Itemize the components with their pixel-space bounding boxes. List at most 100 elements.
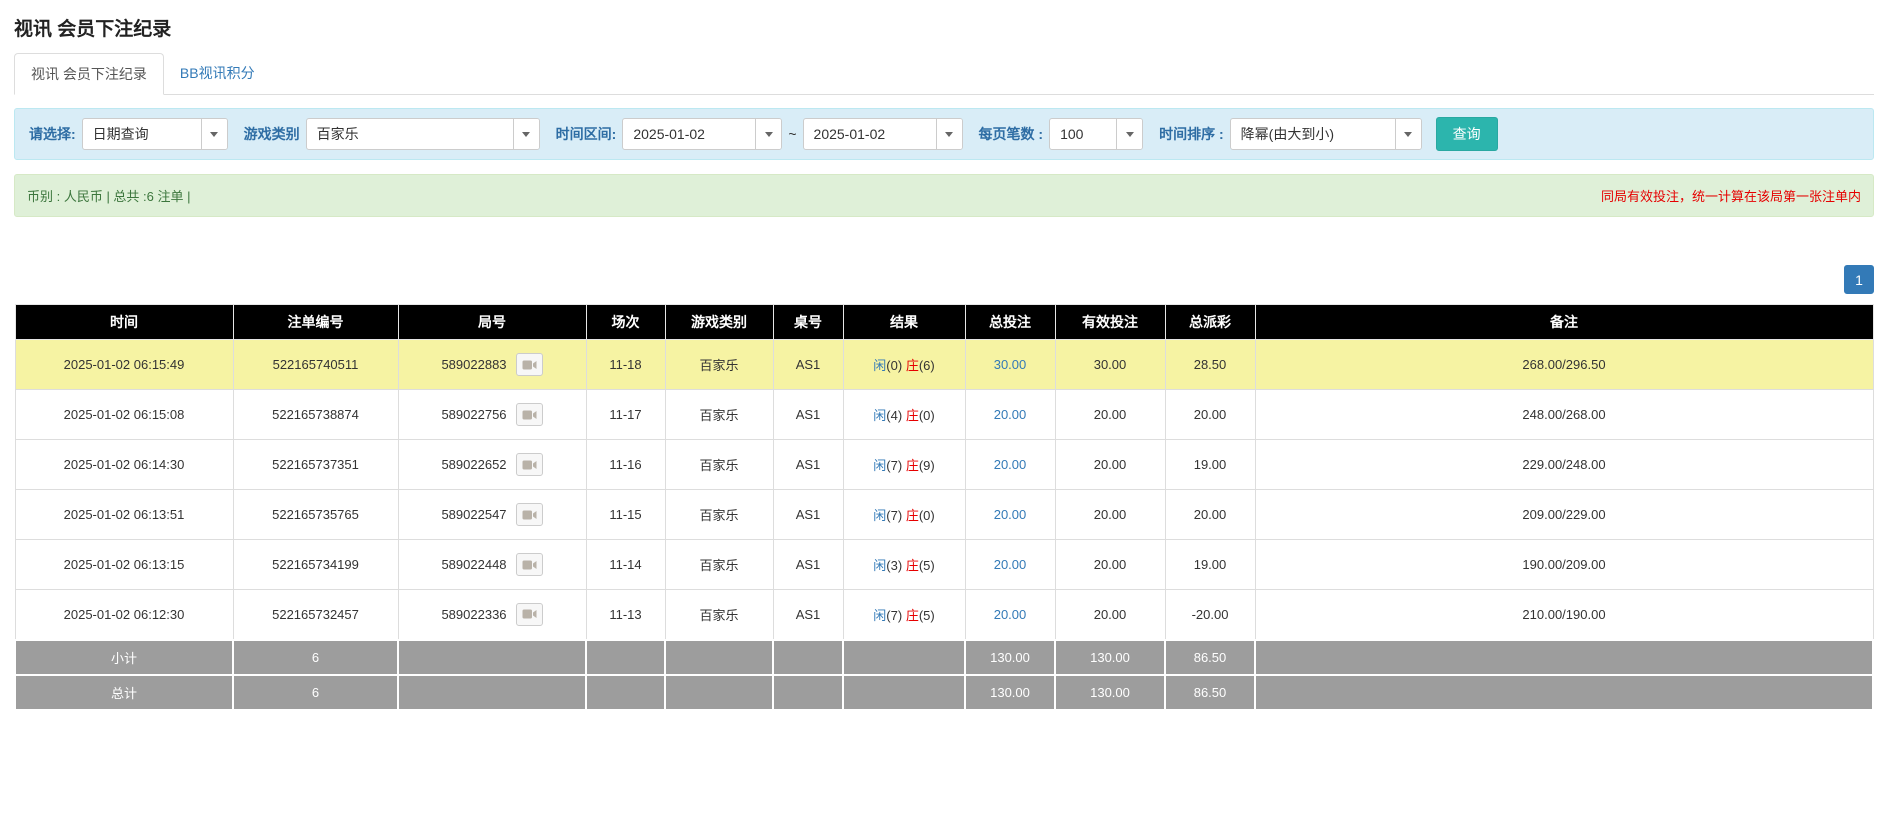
- round-number: 589022547: [441, 507, 506, 522]
- video-replay-button[interactable]: [516, 353, 543, 376]
- cell-payout: 20.00: [1165, 390, 1255, 440]
- banker-result: 庄: [906, 608, 919, 623]
- banker-count: (0): [919, 408, 935, 423]
- range-separator: ~: [788, 126, 796, 142]
- total-bet-link[interactable]: 20.00: [994, 507, 1027, 522]
- filter-bar: 请选择: 日期查询 游戏类别 百家乐 时间区间: 2025-01-02 ~ 20…: [14, 108, 1874, 160]
- cell-empty: [1255, 675, 1873, 710]
- cell-payout: 19.00: [1165, 540, 1255, 590]
- table-header-row: 时间 注单编号 局号 场次 游戏类别 桌号 结果 总投注 有效投注 总派彩 备注: [15, 305, 1873, 340]
- date-to-input[interactable]: 2025-01-02: [803, 118, 963, 150]
- table-row: 2025-01-02 06:14:30 522165737351 5890226…: [15, 440, 1873, 490]
- cell-time: 2025-01-02 06:14:30: [15, 440, 233, 490]
- player-count: (0): [886, 358, 902, 373]
- cell-result: 闲(3) 庄(5): [843, 540, 965, 590]
- banker-result: 庄: [906, 358, 919, 373]
- total-bet-link[interactable]: 20.00: [994, 407, 1027, 422]
- total-valid-bet: 130.00: [1055, 675, 1165, 710]
- page-1-button[interactable]: 1: [1844, 265, 1874, 294]
- table-row: 2025-01-02 06:15:49 522165740511 5890228…: [15, 340, 1873, 390]
- cell-table-no: AS1: [773, 390, 843, 440]
- total-label: 总计: [15, 675, 233, 710]
- chevron-down-icon[interactable]: [755, 119, 781, 149]
- total-bet-link[interactable]: 20.00: [994, 607, 1027, 622]
- cell-empty: [398, 675, 586, 710]
- page-size-select[interactable]: 100: [1049, 118, 1143, 150]
- chevron-down-icon[interactable]: [1116, 119, 1142, 149]
- video-icon: [522, 509, 537, 521]
- cell-table-no: AS1: [773, 490, 843, 540]
- chevron-down-icon[interactable]: [936, 119, 962, 149]
- cell-table-no: AS1: [773, 440, 843, 490]
- date-from-input[interactable]: 2025-01-02: [622, 118, 782, 150]
- cell-bet-id: 522165732457: [233, 590, 398, 640]
- chevron-down-icon[interactable]: [513, 119, 539, 149]
- player-count: (7): [886, 508, 902, 523]
- total-bet-link[interactable]: 20.00: [994, 457, 1027, 472]
- round-number: 589022652: [441, 457, 506, 472]
- cell-bet-id: 522165737351: [233, 440, 398, 490]
- tab-betting-records[interactable]: 视讯 会员下注纪录: [14, 53, 164, 95]
- video-replay-button[interactable]: [516, 453, 543, 476]
- cell-empty: [586, 640, 665, 675]
- cell-bet-id: 522165738874: [233, 390, 398, 440]
- cell-round: 589022756: [398, 390, 586, 440]
- cell-result: 闲(7) 庄(5): [843, 590, 965, 640]
- video-replay-button[interactable]: [516, 503, 543, 526]
- banker-count: (0): [919, 508, 935, 523]
- player-count: (4): [886, 408, 902, 423]
- query-type-label: 请选择:: [29, 124, 76, 144]
- total-bet-link[interactable]: 20.00: [994, 557, 1027, 572]
- chevron-down-icon[interactable]: [1395, 119, 1421, 149]
- cell-empty: [665, 675, 773, 710]
- round-number: 589022448: [441, 557, 506, 572]
- pagination: 1: [14, 265, 1874, 294]
- table-row: 2025-01-02 06:15:08 522165738874 5890227…: [15, 390, 1873, 440]
- subtotal-label: 小计: [15, 640, 233, 675]
- cell-total-bet: 20.00: [965, 440, 1055, 490]
- cell-bet-id: 522165740511: [233, 340, 398, 390]
- video-replay-button[interactable]: [516, 403, 543, 426]
- cell-valid-bet: 20.00: [1055, 390, 1165, 440]
- round-number: 589022756: [441, 407, 506, 422]
- subtotal-count: 6: [233, 640, 398, 675]
- cell-session: 11-17: [586, 390, 665, 440]
- cell-round: 589022336: [398, 590, 586, 640]
- cell-bet-id: 522165734199: [233, 540, 398, 590]
- player-result: 闲: [873, 458, 886, 473]
- cell-session: 11-13: [586, 590, 665, 640]
- date-to-value: 2025-01-02: [804, 119, 936, 149]
- total-bet-link[interactable]: 30.00: [994, 357, 1027, 372]
- currency-total-text: 币别 : 人民币 | 总共 :6 注单 |: [27, 186, 191, 205]
- query-type-select[interactable]: 日期查询: [82, 118, 228, 150]
- cell-game: 百家乐: [665, 490, 773, 540]
- cell-note: 248.00/268.00: [1255, 390, 1873, 440]
- cell-game: 百家乐: [665, 390, 773, 440]
- tab-bb-video-points[interactable]: BB视讯积分: [164, 53, 271, 95]
- cell-valid-bet: 20.00: [1055, 490, 1165, 540]
- cell-result: 闲(0) 庄(6): [843, 340, 965, 390]
- chevron-down-icon[interactable]: [201, 119, 227, 149]
- banker-result: 庄: [906, 408, 919, 423]
- cell-table-no: AS1: [773, 540, 843, 590]
- cell-game: 百家乐: [665, 340, 773, 390]
- game-type-select[interactable]: 百家乐: [306, 118, 540, 150]
- video-replay-button[interactable]: [516, 603, 543, 626]
- total-row: 总计 6 130.00 130.00 86.50: [15, 675, 1873, 710]
- cell-session: 11-18: [586, 340, 665, 390]
- banker-count: (6): [919, 358, 935, 373]
- query-type-value: 日期查询: [83, 119, 201, 149]
- banker-result: 庄: [906, 458, 919, 473]
- cell-payout: -20.00: [1165, 590, 1255, 640]
- player-count: (3): [886, 558, 902, 573]
- col-session: 场次: [586, 305, 665, 340]
- table-row: 2025-01-02 06:13:15 522165734199 5890224…: [15, 540, 1873, 590]
- video-replay-button[interactable]: [516, 553, 543, 576]
- cell-total-bet: 20.00: [965, 590, 1055, 640]
- search-button[interactable]: 查询: [1436, 117, 1498, 151]
- video-icon: [522, 608, 537, 620]
- time-sort-select[interactable]: 降幂(由大到小): [1230, 118, 1422, 150]
- cell-payout: 19.00: [1165, 440, 1255, 490]
- col-table-no: 桌号: [773, 305, 843, 340]
- table-row: 2025-01-02 06:13:51 522165735765 5890225…: [15, 490, 1873, 540]
